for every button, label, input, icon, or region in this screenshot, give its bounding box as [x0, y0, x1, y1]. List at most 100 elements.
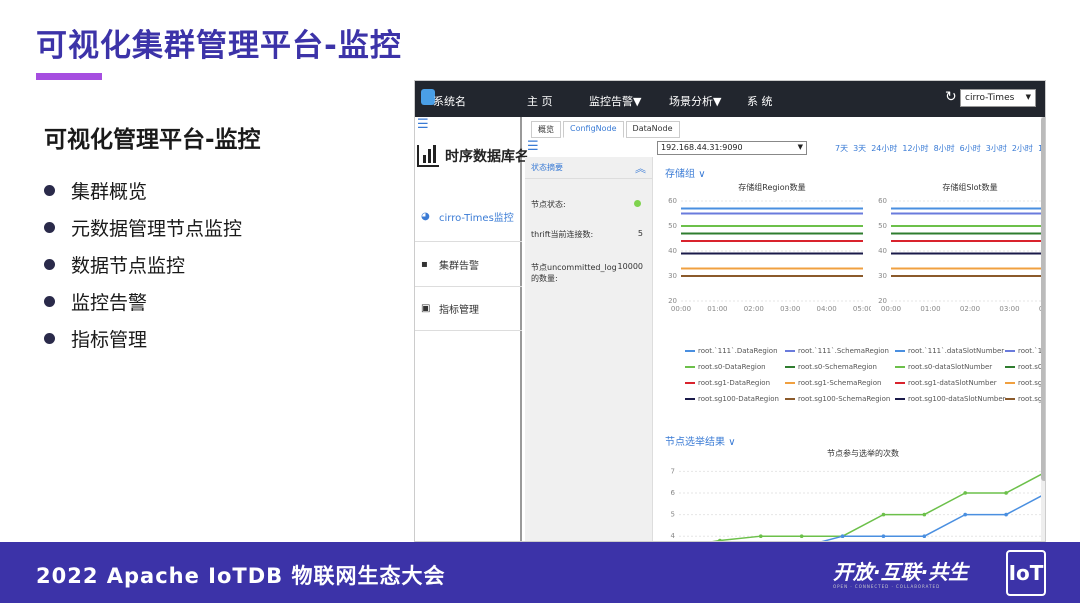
sidebar-item-label: 指标管理	[439, 305, 479, 316]
legend-label: root.sg100-dataSlotNumber	[908, 395, 1006, 403]
tab-confignode[interactable]: ConfigNode	[563, 121, 624, 138]
legend-item[interactable]: root.s0-SchemaRegion	[785, 363, 877, 371]
legend-item[interactable]: root.s0-DataRegion	[685, 363, 766, 371]
refresh-icon[interactable]: ↻	[945, 89, 957, 105]
bullet-list: 集群概览 元数据管理节点监控 数据节点监控 监控告警 指标管理	[44, 172, 242, 357]
bullet-dot	[44, 185, 55, 196]
legend-swatch	[785, 350, 795, 352]
status-summary-header[interactable]: 状态摘要 ︽	[525, 157, 652, 179]
node-select[interactable]: 192.168.44.31:9090 ▼	[657, 141, 807, 155]
time-range-option[interactable]: 12小时	[902, 144, 928, 153]
nav-system[interactable]: 系 统	[747, 93, 773, 109]
nav-scene-analysis[interactable]: 场景分析▼	[669, 93, 721, 109]
title-underline	[36, 73, 102, 80]
bar-chart-icon	[417, 145, 439, 167]
x-tick-label: 03:00	[780, 305, 800, 313]
legend-item[interactable]: root.sg100-SchemaRegion	[785, 395, 890, 403]
legend-item[interactable]: root.sg100-sc	[1005, 395, 1045, 403]
data-point	[758, 534, 763, 538]
legend-item[interactable]: root.sg1-SchemaRegion	[785, 379, 881, 387]
scrollbar-thumb[interactable]	[1041, 117, 1045, 481]
x-tick-label: 01:00	[707, 305, 727, 313]
status-row-thrift: thrift当前连接数: 5	[531, 229, 649, 240]
sidebar-item-label: 集群告警	[439, 260, 479, 272]
sidebar-item-metric-management[interactable]: ▣ 指标管理	[415, 286, 522, 331]
legend-item[interactable]: root.`111`.sch	[1005, 347, 1045, 355]
main-panel: 192.168.44.31:9090 ▼ 7天 3天 24小时 12小时 8小时 6小时 3小…	[657, 139, 1045, 541]
time-range-option[interactable]: 3天	[853, 144, 866, 153]
legend-item[interactable]: root.sg100-dataSlotNumber	[895, 395, 1006, 403]
chart-title: 节点参与选举的次数	[827, 448, 899, 458]
pie-chart-icon: ◕	[421, 210, 430, 222]
data-point	[799, 534, 804, 538]
x-tick-label: 00:00	[671, 305, 691, 313]
sidebar-item-cluster-alarm[interactable]: ▪ 集群告警	[415, 241, 522, 286]
legend-swatch	[785, 398, 795, 400]
menu-collapse-icon[interactable]: ☰	[417, 117, 429, 132]
legend-swatch	[1005, 350, 1015, 352]
bullet-item: 元数据管理节点监控	[44, 209, 242, 246]
y-tick-label: 20	[878, 297, 887, 305]
app-screenshot: 系统名 主 页 监控告警▼ 场景分析▼ 系 统 ↻ cirro-Times ▼ ☰…	[414, 80, 1046, 542]
tab-datanode[interactable]: DataNode	[625, 121, 680, 138]
y-tick-label: 40	[878, 247, 887, 255]
time-range-option[interactable]: 3小时	[986, 144, 1007, 153]
legend-item[interactable]: root.`111`.DataRegion	[685, 347, 778, 355]
y-tick-label: 30	[668, 272, 677, 280]
chevron-down-icon: ∨	[698, 169, 706, 180]
db-name: 时序数据库名	[417, 145, 529, 167]
node-tabs: 概览 ConfigNode DataNode	[531, 121, 682, 138]
y-tick-label: 50	[668, 222, 677, 230]
nav-monitor-alarm[interactable]: 监控告警▼	[589, 93, 641, 109]
y-tick-label: 60	[878, 197, 887, 205]
y-tick-label: 40	[668, 247, 677, 255]
y-tick-label: 7	[671, 467, 675, 475]
legend-label: root.sg1-SchemaRegion	[798, 379, 882, 387]
legend-item[interactable]: root.`111`.SchemaRegion	[785, 347, 889, 355]
nav-home[interactable]: 主 页	[527, 93, 553, 109]
sidebar-item-label: cirro-Times监控	[439, 212, 514, 224]
x-tick-label: 02:00	[960, 305, 980, 313]
chart-slot-count: 存储组Slot数量203040506000:0001:0002:0003:000…	[878, 182, 1045, 313]
section-election[interactable]: 节点选举结果 ∨	[665, 433, 736, 448]
legend-item[interactable]: root.s0-schen	[1005, 363, 1045, 371]
panel-collapse-icon[interactable]: ☰	[527, 139, 539, 154]
legend-swatch	[685, 382, 695, 384]
legend-label: root.`111`.SchemaRegion	[798, 347, 889, 355]
x-tick-label: 01:00	[920, 305, 940, 313]
y-tick-label: 6	[671, 489, 676, 497]
status-label: 节点状态:	[531, 200, 566, 209]
legend-swatch	[895, 398, 905, 400]
time-range-option[interactable]: 24小时	[871, 144, 897, 153]
time-range-option[interactable]: 2小时	[1012, 144, 1033, 153]
bullet-dot	[44, 259, 55, 270]
chevron-up-icon[interactable]: ︽	[635, 160, 646, 176]
chevron-down-icon: ▼	[797, 143, 803, 151]
legend-swatch	[895, 366, 905, 368]
legend-item[interactable]: root.sg100-DataRegion	[685, 395, 779, 403]
bullet-text: 数据节点监控	[71, 255, 186, 277]
legend-item[interactable]: root.sg1-sche	[1005, 379, 1045, 387]
x-tick-label: 00:00	[881, 305, 901, 313]
y-tick-label: 5	[671, 511, 675, 519]
sidebar-item-cirro-monitor[interactable]: ◕ cirro-Times监控	[415, 205, 522, 227]
scrollbar[interactable]	[1041, 117, 1045, 541]
x-tick-label: 04:00	[817, 305, 837, 313]
legend-item[interactable]: root.s0-dataSlotNumber	[895, 363, 992, 371]
tab-overview[interactable]: 概览	[531, 121, 561, 138]
chevron-down-icon: ▼	[1025, 93, 1031, 101]
legend-item[interactable]: root.sg1-dataSlotNumber	[895, 379, 997, 387]
status-summary-panel: 状态摘要 ︽ 节点状态: thrift当前连接数: 5 节点uncommitted_…	[525, 157, 653, 541]
legend-swatch	[1005, 382, 1015, 384]
time-range-option[interactable]: 8小时	[934, 144, 955, 153]
system-name[interactable]: 系统名	[433, 93, 466, 109]
time-range-option[interactable]: 6小时	[960, 144, 981, 153]
legend-item[interactable]: root.`111`.dataSlotNumber	[895, 347, 1004, 355]
section-heading: 可视化管理平台-监控	[44, 127, 261, 153]
legend-item[interactable]: root.sg1-DataRegion	[685, 379, 770, 387]
time-range-option[interactable]: 7天	[835, 144, 848, 153]
bullet-item: 监控告警	[44, 283, 242, 320]
cluster-select[interactable]: cirro-Times ▼	[960, 89, 1036, 107]
section-storage-group[interactable]: 存储组 ∨	[665, 165, 706, 180]
legend-label: root.sg100-SchemaRegion	[798, 395, 891, 403]
